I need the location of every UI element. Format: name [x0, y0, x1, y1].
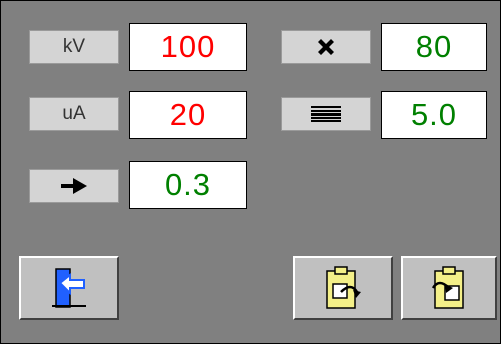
cross-label	[281, 30, 371, 64]
exit-button[interactable]	[19, 256, 119, 320]
clipboard-import-button[interactable]	[401, 256, 497, 320]
ua-label: uA	[29, 97, 119, 131]
cross-value-field[interactable]: 80	[381, 23, 487, 71]
arrow-label	[29, 169, 119, 203]
arrow-value-field[interactable]: 0.3	[129, 161, 247, 209]
arrow-right-icon	[59, 178, 89, 194]
control-panel: kV 100 uA 20 0.3 80 5.0	[0, 0, 501, 344]
clipboard-export-icon	[323, 266, 363, 310]
lines-value-field[interactable]: 5.0	[381, 91, 487, 139]
clipboard-export-button[interactable]	[293, 256, 393, 320]
kv-label: kV	[29, 30, 119, 64]
kv-value-field[interactable]: 100	[129, 23, 247, 71]
exit-door-icon	[48, 267, 90, 309]
cross-shape-icon	[315, 36, 337, 58]
horizontal-lines-icon	[309, 105, 343, 123]
lines-label	[281, 97, 371, 131]
clipboard-import-icon	[429, 266, 469, 310]
ua-value-field[interactable]: 20	[129, 91, 247, 139]
